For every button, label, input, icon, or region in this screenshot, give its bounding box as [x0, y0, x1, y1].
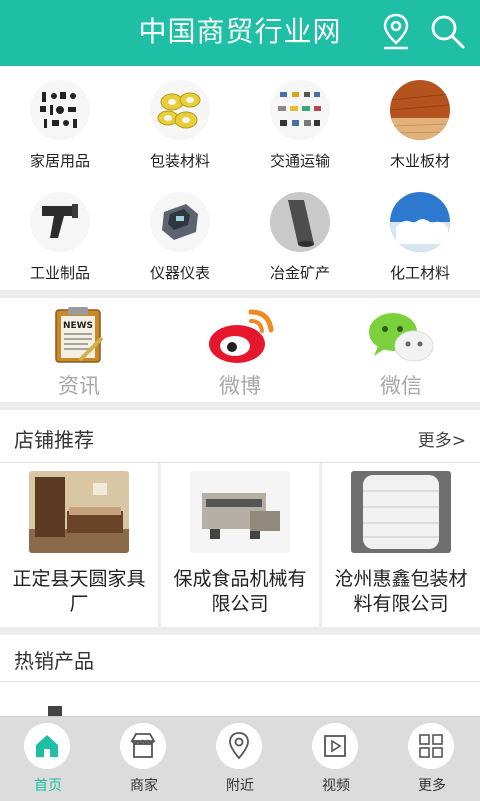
tab-icon-circle [312, 723, 358, 769]
news-badge-text: NEWS [63, 321, 93, 331]
shop-name: 正定县天圆家具厂 [12, 568, 146, 615]
shop-image [351, 471, 451, 553]
category-item[interactable]: 仪器仪表 [120, 178, 240, 288]
section-title: 热销产品 [14, 649, 94, 673]
category-item[interactable]: 木业板材 [360, 66, 480, 176]
wechat-icon [369, 313, 434, 362]
app-header: 中国商贸行业网 [0, 0, 480, 66]
category-item[interactable]: 家居用品 [0, 66, 120, 176]
category-label: 冶金矿产 [269, 264, 330, 282]
location-pin-icon[interactable] [380, 12, 412, 50]
shop-image [190, 471, 290, 553]
bottom-tab-bar: 首页 商家 附近 视频 更多 [0, 716, 480, 801]
industrial-products-icon [30, 192, 90, 252]
category-label: 包装材料 [149, 152, 210, 170]
category-label: 仪器仪表 [149, 264, 210, 282]
tab-label: 附近 [226, 778, 254, 794]
search-icon[interactable] [428, 12, 468, 52]
category-item[interactable]: 冶金矿产 [240, 178, 360, 288]
category-item[interactable]: 工业制品 [0, 178, 120, 288]
shop-list: 正定县天圆家具厂 保成食品机械有限公司 沧州惠鑫包装材料有限公司 [0, 463, 480, 627]
tab-icon-circle [408, 723, 454, 769]
location-icon [229, 732, 249, 760]
grid-icon [419, 734, 443, 758]
tab-video[interactable]: 视频 [288, 717, 384, 801]
tab-label: 更多 [418, 778, 446, 794]
packaging-tape-icon [150, 80, 210, 140]
tab-label: 首页 [34, 778, 62, 794]
shop-name: 沧州惠鑫包装材料有限公司 [334, 568, 468, 615]
category-label: 工业制品 [29, 264, 90, 282]
tab-more[interactable]: 更多 [384, 717, 480, 801]
more-link[interactable]: 更多> [418, 426, 466, 451]
transport-icon [270, 80, 330, 140]
wood-board-icon [390, 80, 450, 140]
wechat-label: 微信 [380, 374, 422, 398]
tab-icon-circle [216, 723, 262, 769]
shop-card[interactable]: 沧州惠鑫包装材料有限公司 [322, 463, 480, 627]
shop-recommend-header: 店铺推荐 更多> [0, 410, 480, 463]
news-icon: NEWS [55, 307, 104, 363]
product-thumbnail-partial[interactable] [48, 706, 62, 716]
section-title: 店铺推荐 [14, 428, 94, 452]
news-entry[interactable]: NEWS 资讯 [0, 298, 158, 402]
shop-card[interactable]: 正定县天圆家具厂 [0, 463, 158, 627]
tab-icon-circle [24, 723, 70, 769]
metallurgy-icon [270, 192, 330, 252]
category-label: 家居用品 [29, 152, 90, 170]
tab-nearby[interactable]: 附近 [192, 717, 288, 801]
weibo-label: 微博 [219, 374, 261, 398]
news-label: 资讯 [58, 374, 100, 398]
tab-home[interactable]: 首页 [0, 717, 96, 801]
home-icon [36, 735, 58, 757]
chemical-materials-icon [390, 192, 450, 252]
hot-products-list [0, 682, 480, 716]
shop-card[interactable]: 保成食品机械有限公司 [161, 463, 319, 627]
category-item[interactable]: 化工材料 [360, 178, 480, 288]
category-item[interactable]: 交通运输 [240, 66, 360, 176]
wechat-entry[interactable]: 微信 [322, 298, 480, 402]
category-item[interactable]: 包装材料 [120, 66, 240, 176]
tab-label: 商家 [130, 778, 158, 794]
category-label: 化工材料 [389, 264, 450, 282]
hot-products-header: 热销产品 [0, 635, 480, 682]
category-label: 交通运输 [269, 152, 330, 170]
shop-name: 保成食品机械有限公司 [173, 568, 307, 615]
weibo-icon [209, 309, 274, 363]
tab-label: 视频 [322, 778, 350, 794]
category-label: 木业板材 [389, 152, 450, 170]
household-goods-icon [30, 80, 90, 140]
social-row: NEWS 资讯 微博 微信 [0, 298, 480, 402]
shop-icon [130, 733, 156, 758]
tab-merchants[interactable]: 商家 [96, 717, 192, 801]
category-grid: 家居用品 包装材料 交通运输 木业板材 工业制品 仪器仪表 冶金矿产 化工材料 [0, 66, 480, 290]
shop-image [29, 471, 129, 553]
video-icon [324, 735, 346, 757]
tab-icon-circle [120, 723, 166, 769]
instrument-icon [150, 192, 210, 252]
weibo-entry[interactable]: 微博 [161, 298, 319, 402]
